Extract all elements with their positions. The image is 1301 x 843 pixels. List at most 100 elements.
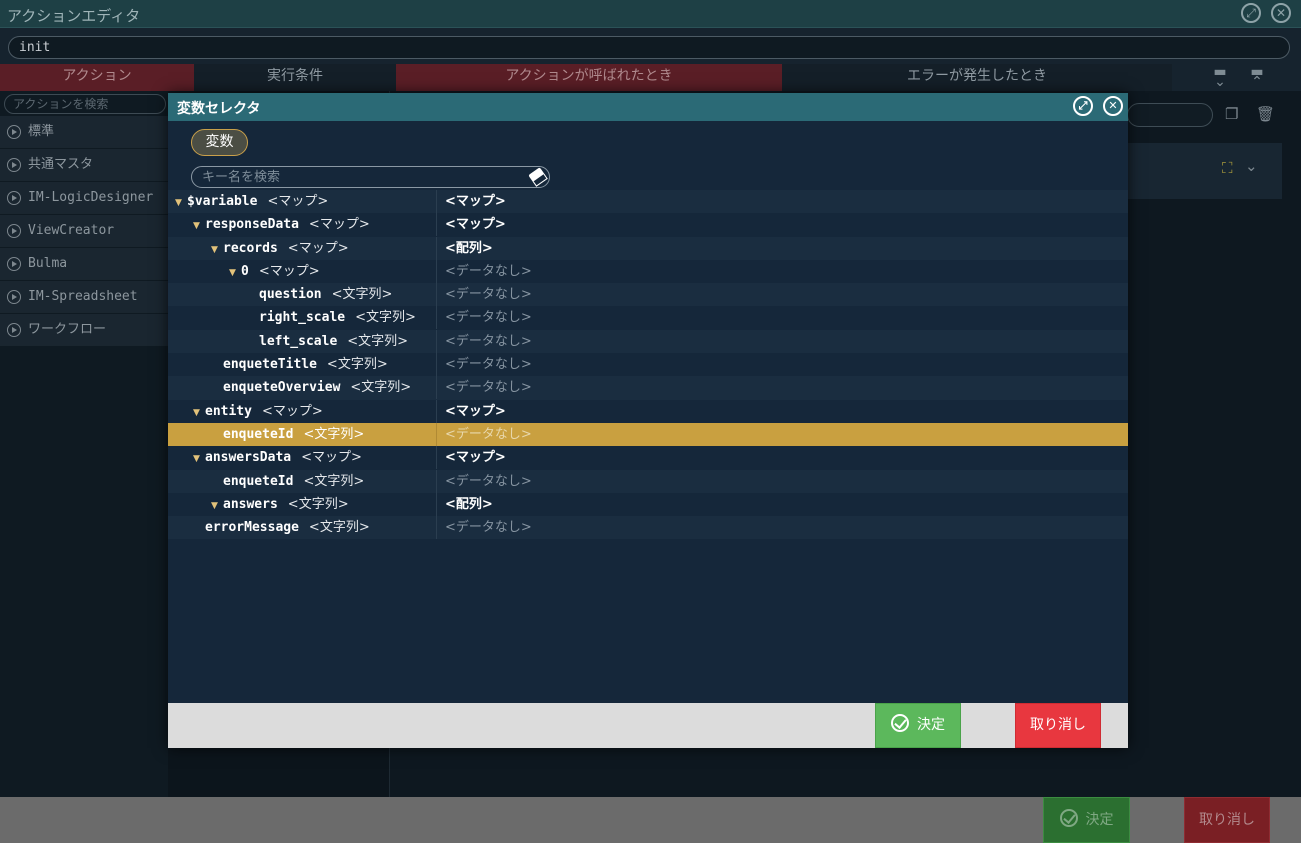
cancel-label: 取り消し <box>1030 717 1086 733</box>
category-viewcreator[interactable]: ViewCreator <box>0 215 168 247</box>
tab-action[interactable]: アクション <box>0 64 194 91</box>
tab-on-error[interactable]: エラーが発生したとき <box>782 64 1172 91</box>
tree-key: enqueteOverview <文字列> <box>211 376 411 399</box>
key-type: <マップ> <box>267 194 329 209</box>
key-name: responseData <box>205 217 299 233</box>
column-divider <box>436 422 437 446</box>
tree-row[interactable]: enqueteId <文字列> <データなし> <box>168 469 1128 493</box>
editor-close-icon[interactable]: ✕ <box>1271 3 1291 23</box>
tree-key: ▼ answers <文字列> <box>211 493 349 516</box>
key-type: <文字列> <box>308 520 370 536</box>
caret-down-icon[interactable]: ▼ <box>193 448 205 471</box>
tree-row[interactable]: ▼ records <マップ> <配列> <box>168 236 1128 262</box>
column-divider <box>436 469 437 493</box>
detail-input[interactable] <box>1127 103 1213 127</box>
eraser-icon[interactable] <box>528 167 548 187</box>
key-search-input[interactable] <box>202 168 522 186</box>
tab-variables[interactable]: 変数 <box>191 129 248 156</box>
variable-selector-dialog: 変数セレクタ ⤢ ✕ 変数 ▼$variable<マップ><マップ>▼respo… <box>168 93 1128 748</box>
tree-row[interactable]: left_scale <文字列> <データなし> <box>168 329 1128 354</box>
value-cell: <マップ> <box>445 450 506 466</box>
maximize-icon[interactable]: ⤢ <box>1073 96 1093 116</box>
tree-key: enqueteId <文字列> <box>211 423 364 446</box>
caret-down-icon[interactable]: ▼ <box>229 262 241 285</box>
category-label: ViewCreator <box>28 223 115 238</box>
key-type: <文字列> <box>355 310 416 326</box>
key-type: <文字列> <box>303 473 365 489</box>
copy-icon[interactable]: ❐ <box>1225 105 1238 123</box>
fit-icon[interactable]: ⛶ <box>1222 159 1233 177</box>
action-search-input[interactable]: アクションを検索 <box>4 94 166 114</box>
tab-conditions[interactable]: 実行条件 <box>194 64 396 91</box>
key-type: <文字列> <box>350 380 412 396</box>
tree-row[interactable]: ▼ responseData <マップ> <マップ> <box>168 213 1128 237</box>
tree-row[interactable]: errorMessage <文字列> <データなし> <box>168 516 1128 540</box>
play-icon <box>7 125 21 139</box>
column-divider <box>436 213 437 237</box>
cancel-button[interactable]: 取り消し <box>1015 703 1101 748</box>
dropdown-icon[interactable]: ⌄ <box>1245 157 1258 175</box>
category-bulma[interactable]: Bulma <box>0 248 168 280</box>
collapse-all-icon[interactable]: ▬ ⌃ <box>1246 65 1268 89</box>
tree-row[interactable]: enqueteTitle <文字列> <データなし> <box>168 353 1128 377</box>
tree-row[interactable]: ▼ $variable <マップ> <マップ> <box>168 190 1128 215</box>
tree-row[interactable]: right_scale <文字列> <データなし> <box>168 306 1128 330</box>
category-label: Bulma <box>28 256 68 271</box>
tree-key: enqueteTitle <文字列> <box>211 353 388 376</box>
key-search-field[interactable] <box>191 166 550 188</box>
key-type: <マップ> <box>261 403 323 419</box>
action-name-input[interactable]: init <box>8 36 1290 59</box>
category-label: IM-Spreadsheet <box>28 289 138 304</box>
tree-key: right_scale <文字列> <box>247 306 416 329</box>
value-cell: <データなし> <box>445 520 532 536</box>
tree-row[interactable]: enqueteId <文字列> <データなし> <box>168 422 1128 447</box>
category-label: 標準 <box>28 124 55 139</box>
detail-panel: ⛶ ⌄ <box>1127 143 1282 199</box>
tree-key: ▼ answersData <マップ> <box>193 446 362 469</box>
key-name: answers <box>223 496 278 512</box>
ok-button[interactable]: 決定 <box>875 703 961 748</box>
dialog-title-bar: 変数セレクタ ⤢ ✕ <box>168 93 1128 121</box>
close-icon[interactable]: ✕ <box>1103 96 1123 116</box>
category-standard[interactable]: 標準 <box>0 116 168 148</box>
caret-down-icon[interactable]: ▼ <box>193 402 205 425</box>
tree-key: ▼ responseData <マップ> <box>193 213 370 236</box>
tree-row[interactable]: question <文字列> <データなし> <box>168 283 1128 307</box>
tab-on-called[interactable]: アクションが呼ばれたとき <box>396 64 782 91</box>
value-cell: <マップ> <box>445 217 506 233</box>
expand-all-icon[interactable]: ▬ ⌄ <box>1209 65 1231 89</box>
caret-down-icon[interactable]: ▼ <box>211 495 223 518</box>
key-name: left_scale <box>259 333 338 349</box>
caret-down-icon[interactable]: ▼ <box>211 239 223 262</box>
category-spreadsheet[interactable]: IM-Spreadsheet <box>0 281 168 313</box>
category-workflow[interactable]: ワークフロー <box>0 314 168 346</box>
tree-row[interactable]: ▼ entity <マップ> <マップ> <box>168 399 1128 425</box>
tree-row[interactable]: ▼ 0 <マップ> <データなし> <box>168 259 1128 284</box>
key-type: <文字列> <box>303 426 365 442</box>
caret-down-icon[interactable]: ▼ <box>175 192 187 215</box>
value-cell: <データなし> <box>445 473 532 489</box>
value-cell: <データなし> <box>445 357 532 373</box>
tree-key: left_scale <文字列> <box>247 330 408 353</box>
dialog-title: 変数セレクタ <box>177 101 261 117</box>
tree-row[interactable]: enqueteOverview <文字列> <データなし> <box>168 376 1128 400</box>
ok-label: 決定 <box>917 717 945 733</box>
play-icon <box>7 257 21 271</box>
category-common-master[interactable]: 共通マスタ <box>0 149 168 181</box>
tree-row[interactable]: ▼ answers <文字列> <配列> <box>168 492 1128 517</box>
caret-down-icon[interactable]: ▼ <box>193 215 205 238</box>
tree-key: ▼ 0 <マップ> <box>229 260 320 283</box>
editor-ok-button[interactable]: 決定 <box>1043 797 1130 843</box>
editor-resize-icon[interactable]: ⤢ <box>1241 3 1261 23</box>
column-divider <box>436 236 437 260</box>
variable-tree: ▼ $variable <マップ> <マップ> ▼ responseData <マップ> <マ… <box>168 190 1128 540</box>
tree-row[interactable]: ▼ answersData <マップ> <マップ> <box>168 446 1128 470</box>
value-cell: <配列> <box>445 240 493 256</box>
value-cell: <マップ> <box>445 403 506 419</box>
play-icon <box>7 158 21 172</box>
tree-key: question <文字列> <box>247 283 392 306</box>
value-cell: <配列> <box>445 496 493 512</box>
category-logicdesigner[interactable]: IM-LogicDesigner <box>0 182 168 214</box>
trash-icon[interactable]: 🗑 <box>1256 105 1275 123</box>
editor-cancel-button[interactable]: 取り消し <box>1184 797 1270 843</box>
